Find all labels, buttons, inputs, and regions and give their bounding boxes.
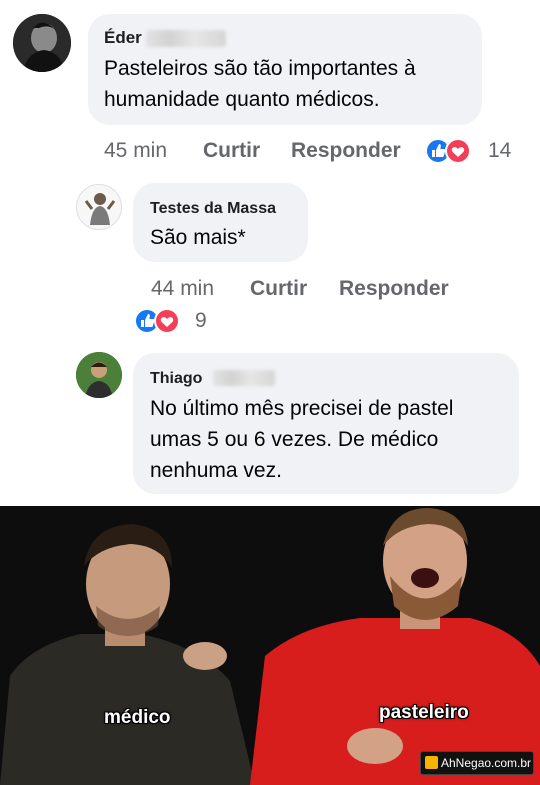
love-icon (445, 138, 471, 164)
comment-text: No último mês precisei de pastel umas 5 … (150, 393, 515, 486)
comment-text: São mais* (150, 222, 300, 253)
comment-text: Pasteleiros são tão importantes à humani… (104, 53, 479, 115)
watermark-text: AhNegao.com.br (441, 756, 532, 770)
comment-text-line: São mais* (150, 226, 246, 249)
profile-photo (13, 14, 71, 72)
meme-label-left: médico (104, 707, 171, 728)
comment-author[interactable]: Éder (104, 28, 142, 48)
reactions[interactable] (134, 308, 182, 334)
profile-photo (77, 185, 121, 229)
love-icon (154, 308, 180, 334)
like-button[interactable]: Curtir (203, 139, 260, 163)
watermark-logo-icon (425, 756, 438, 769)
comment-text-line: No último mês precisei de pastel (150, 397, 454, 420)
comment-text-line: humanidade quanto médicos. (104, 88, 380, 111)
meme-image: médico pasteleiro AhNegao.com.br (0, 506, 540, 785)
comment-author[interactable]: Thiago (150, 370, 202, 388)
reply-button[interactable]: Responder (339, 277, 449, 301)
profile-photo (76, 352, 122, 398)
watermark: AhNegao.com.br (420, 751, 534, 775)
reactions-count[interactable]: 14 (488, 139, 511, 163)
avatar-eder[interactable] (13, 14, 71, 72)
comment-author[interactable]: Testes da Massa (150, 200, 276, 218)
comment-time[interactable]: 44 min (151, 277, 214, 301)
reactions-count[interactable]: 9 (195, 309, 207, 333)
blurred-surname (146, 30, 226, 47)
meme-label-right: pasteleiro (379, 702, 469, 723)
meme-photo (0, 506, 540, 785)
comment-text-line: Pasteleiros são tão importantes à (104, 57, 416, 80)
like-button[interactable]: Curtir (250, 277, 307, 301)
reply-button[interactable]: Responder (291, 139, 401, 163)
avatar-thiago[interactable] (76, 352, 122, 398)
comment-text-line: nenhuma vez. (150, 459, 282, 482)
avatar-testes-da-massa[interactable] (76, 184, 122, 230)
reactions[interactable] (425, 138, 473, 164)
blurred-surname (213, 370, 275, 386)
comment-text-line: umas 5 ou 6 vezes. De médico (150, 428, 439, 451)
comment-time[interactable]: 45 min (104, 139, 167, 163)
